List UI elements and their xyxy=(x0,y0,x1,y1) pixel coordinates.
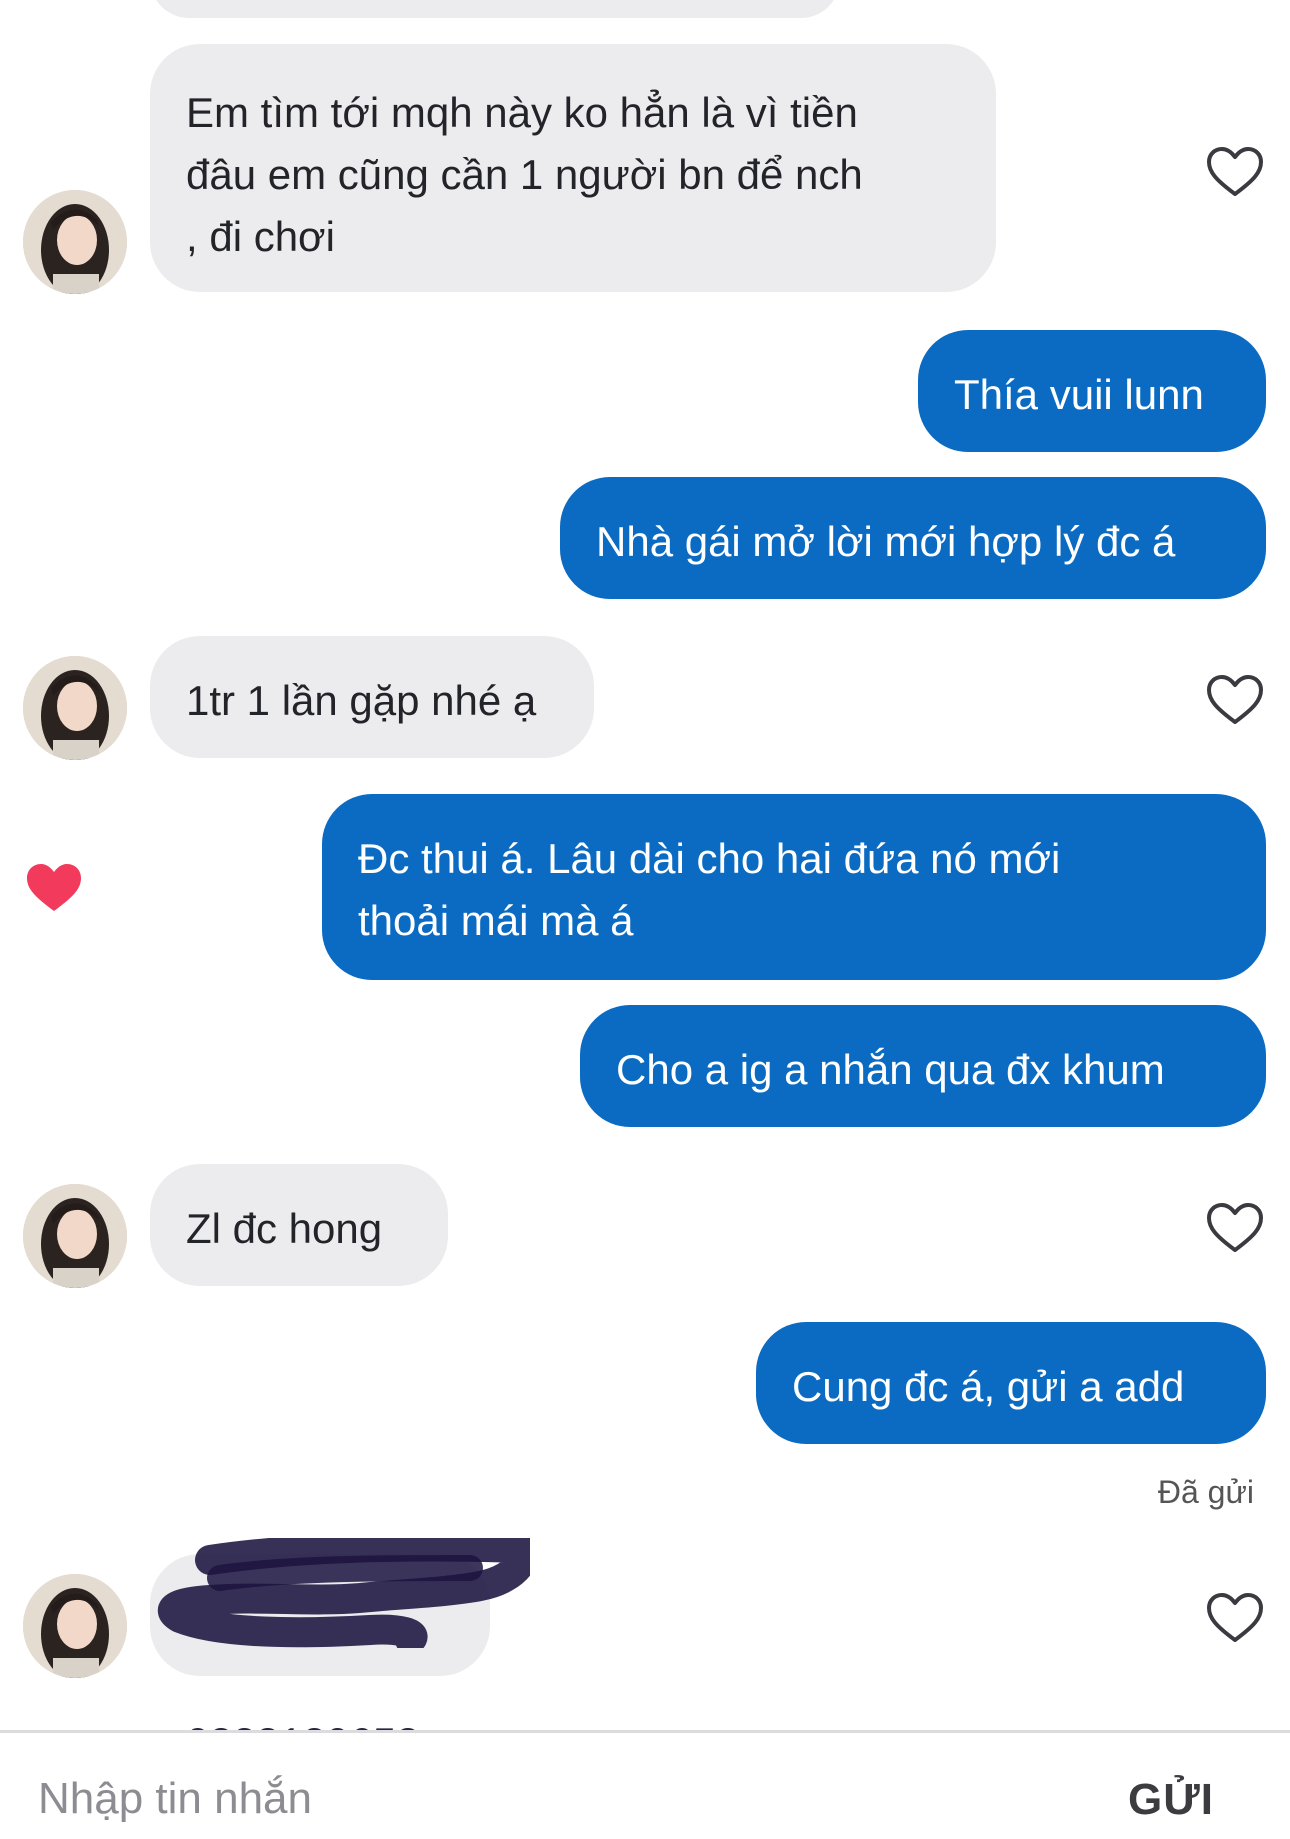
message-bubble-incoming[interactable] xyxy=(150,0,840,18)
contact-avatar[interactable] xyxy=(23,1184,127,1288)
heart-filled-icon[interactable] xyxy=(25,862,83,914)
contact-avatar[interactable] xyxy=(23,1574,127,1678)
message-composer: GỬI xyxy=(0,1730,1290,1839)
message-bubble-outgoing[interactable]: Thía vuii lunn xyxy=(918,330,1266,452)
send-button[interactable]: GỬI xyxy=(1128,1775,1214,1825)
message-bubble-incoming[interactable]: 0338189658 xyxy=(150,1554,490,1766)
heart-outline-icon[interactable] xyxy=(1206,1202,1264,1254)
message-bubble-incoming[interactable]: Zl đc hong xyxy=(150,1164,448,1286)
message-bubble-outgoing[interactable]: Cho a ig a nhắn qua đx khum xyxy=(580,1005,1266,1127)
heart-outline-icon[interactable] xyxy=(1206,1592,1264,1644)
message-input[interactable] xyxy=(36,1763,1040,1835)
message-thread[interactable]: Em tìm tới mqh này ko hẳn là vì tiền đâu… xyxy=(0,0,1290,1766)
contact-avatar[interactable] xyxy=(23,190,127,294)
message-bubble-outgoing[interactable]: Đc thui á. Lâu dài cho hai đứa nó mới th… xyxy=(322,794,1266,980)
heart-outline-icon[interactable] xyxy=(1206,674,1264,726)
message-bubble-incoming[interactable]: 1tr 1 lần gặp nhé ạ xyxy=(150,636,594,758)
message-bubble-incoming[interactable]: Em tìm tới mqh này ko hẳn là vì tiền đâu… xyxy=(150,44,996,292)
message-bubble-outgoing[interactable]: Nhà gái mở lời mới hợp lý đc á xyxy=(560,477,1266,599)
message-bubble-outgoing[interactable]: Cung đc á, gửi a add xyxy=(756,1322,1266,1444)
heart-outline-icon[interactable] xyxy=(1206,146,1264,198)
contact-avatar[interactable] xyxy=(23,656,127,760)
delivery-status: Đã gửi xyxy=(1157,1474,1254,1510)
